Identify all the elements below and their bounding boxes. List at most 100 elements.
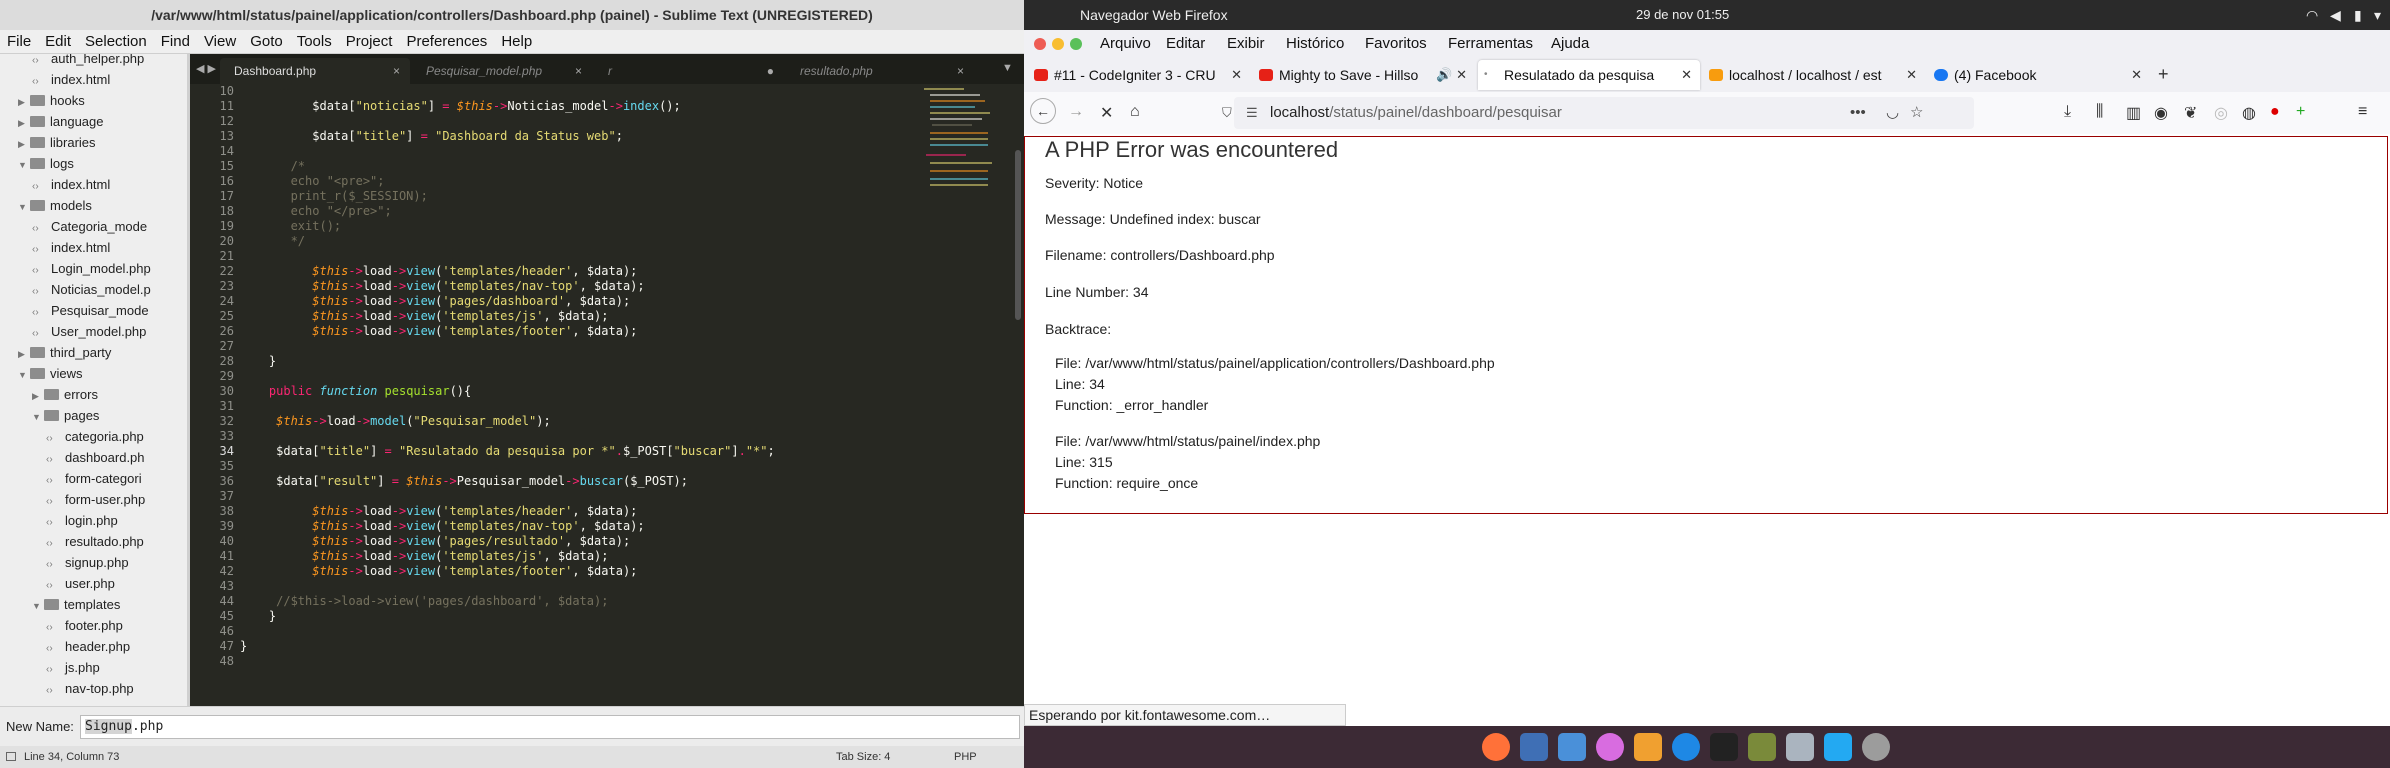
- chevron-right-icon[interactable]: ▶: [18, 344, 30, 365]
- sidebar-file[interactable]: ‹› resultado.php: [46, 531, 144, 552]
- menu-editar[interactable]: Editar: [1166, 30, 1205, 58]
- tracking-shield-icon[interactable]: ⛉: [1222, 97, 1232, 129]
- app-dock-icon[interactable]: [1748, 733, 1776, 761]
- tab-resultado-php[interactable]: resultado.php ×: [786, 58, 974, 84]
- pocket-icon[interactable]: ◡: [1886, 97, 1899, 129]
- extension-icon[interactable]: ❦: [2184, 103, 2197, 123]
- sidebar-file[interactable]: ‹› form-categori: [46, 468, 142, 489]
- close-icon[interactable]: ×: [575, 58, 582, 84]
- menu-ajuda[interactable]: Ajuda: [1551, 30, 1589, 58]
- power-menu-icon[interactable]: ▾: [2374, 0, 2381, 30]
- browser-tab-facebook[interactable]: (4) Facebook ✕: [1928, 60, 2150, 90]
- code-minimap[interactable]: [920, 84, 1010, 194]
- menu-project[interactable]: Project: [339, 30, 400, 53]
- extension-icon[interactable]: ●: [2270, 103, 2280, 121]
- close-icon[interactable]: ×: [957, 58, 964, 84]
- sidebar-file[interactable]: ‹› login.php: [46, 510, 118, 531]
- stop-loading-icon[interactable]: ✕: [1100, 103, 1113, 123]
- page-info-icon[interactable]: ☰: [1246, 97, 1258, 129]
- browser-tab-codeigniter[interactable]: #11 - CodeIgniter 3 - CRU ✕: [1028, 60, 1250, 90]
- active-app-name[interactable]: Navegador Web Firefox: [1080, 0, 1228, 30]
- chevron-down-icon[interactable]: ▼: [32, 596, 44, 617]
- url-bar[interactable]: ⛉ ☰ localhost/status/painel/dashboard/pe…: [1222, 97, 1974, 129]
- sidebar-folder[interactable]: ▶ libraries: [18, 132, 96, 153]
- tab-nav-arrows-icon[interactable]: ◀ ▶: [196, 62, 216, 75]
- sidebar-folder[interactable]: ▼ views: [18, 363, 83, 384]
- sidebar-file[interactable]: ‹› index.html: [32, 69, 110, 90]
- forward-icon[interactable]: →: [1068, 103, 1084, 121]
- minimize-window-icon[interactable]: [1052, 38, 1064, 50]
- sidebar-folder[interactable]: ▼ templates: [32, 594, 120, 615]
- browser-tab-mighty-to-save[interactable]: Mighty to Save - Hillso 🔊 ✕: [1253, 60, 1475, 90]
- extension-icon[interactable]: +: [2296, 103, 2305, 121]
- library-icon[interactable]: ⫼: [2096, 103, 2103, 121]
- screenshot-dock-icon[interactable]: [1520, 733, 1548, 761]
- sidebar-file[interactable]: ‹› nav-top.php: [46, 678, 134, 699]
- chevron-down-icon[interactable]: ▼: [18, 155, 30, 176]
- menu-exibir[interactable]: Exibir: [1227, 30, 1265, 58]
- chevron-right-icon[interactable]: ▶: [18, 92, 30, 113]
- music-dock-icon[interactable]: [1596, 733, 1624, 761]
- sidebar-folder[interactable]: ▶ language: [18, 111, 104, 132]
- sidebar-folder[interactable]: ▼ pages: [32, 405, 99, 426]
- editor-scrollbar[interactable]: [1015, 150, 1021, 320]
- extension-icon[interactable]: ◍: [2242, 103, 2256, 123]
- menu-help[interactable]: Help: [494, 30, 539, 53]
- sidebar-folder[interactable]: ▶ errors: [32, 384, 98, 405]
- maximize-window-icon[interactable]: [1070, 38, 1082, 50]
- tab-dropdown-icon[interactable]: ▼: [1002, 62, 1013, 74]
- battery-icon[interactable]: ▮: [2354, 0, 2362, 30]
- settings-dock-icon[interactable]: [1862, 733, 1890, 761]
- sidebar-file[interactable]: ‹› Noticias_model.p: [32, 279, 151, 300]
- close-icon[interactable]: ×: [393, 58, 400, 84]
- sidebar-file[interactable]: ‹› dashboard.ph: [46, 447, 145, 468]
- sidebar-file[interactable]: ‹› signup.php: [46, 552, 129, 573]
- volume-icon[interactable]: ◀: [2330, 0, 2341, 30]
- menu-view[interactable]: View: [197, 30, 243, 53]
- close-tab-icon[interactable]: ✕: [1902, 60, 1917, 90]
- menu-favoritos[interactable]: Favoritos: [1365, 30, 1427, 58]
- chevron-right-icon[interactable]: ▶: [18, 113, 30, 134]
- tab-pesquisar-model[interactable]: Pesquisar_model.php ×: [412, 58, 592, 84]
- close-window-icon[interactable]: [1034, 38, 1046, 50]
- page-actions-icon[interactable]: •••: [1850, 97, 1866, 129]
- panel-toggle-icon[interactable]: [6, 752, 16, 761]
- bookmark-star-icon[interactable]: ☆: [1910, 97, 1923, 129]
- sidebar-file[interactable]: ‹› Login_model.php: [32, 258, 151, 279]
- chevron-right-icon[interactable]: ▶: [32, 386, 44, 407]
- close-tab-icon[interactable]: 🔊 ✕: [1432, 60, 1467, 90]
- menu-find[interactable]: Find: [154, 30, 197, 53]
- tab-size-indicator[interactable]: Tab Size: 4: [836, 746, 890, 768]
- app-store-dock-icon[interactable]: [1672, 733, 1700, 761]
- new-name-input[interactable]: Signup.php: [80, 715, 1020, 739]
- sidebar-folder[interactable]: ▶ hooks: [18, 90, 85, 111]
- home-icon[interactable]: ⌂: [1130, 103, 1140, 121]
- menu-file[interactable]: File: [0, 30, 38, 53]
- menu-selection[interactable]: Selection: [78, 30, 154, 53]
- close-tab-icon[interactable]: ✕: [1227, 60, 1242, 90]
- back-icon[interactable]: ←: [1030, 98, 1056, 124]
- extension-icon[interactable]: ◎: [2214, 103, 2228, 123]
- wifi-icon[interactable]: ◠: [2306, 0, 2318, 30]
- browser-tab-resultado[interactable]: • Resulatado da pesquisa ✕: [1478, 60, 1700, 90]
- sidebar-folder[interactable]: ▶ third_party: [18, 342, 111, 363]
- sidebar-file[interactable]: ‹› js.php: [46, 657, 100, 678]
- sidebar-icon[interactable]: ▥: [2126, 103, 2141, 123]
- terminal-dock-icon[interactable]: [1710, 733, 1738, 761]
- sidebar-file[interactable]: ‹› categoria.php: [46, 426, 144, 447]
- sidebar-folder[interactable]: ▼ models: [18, 195, 92, 216]
- syntax-indicator[interactable]: PHP: [954, 746, 977, 768]
- sidebar-file[interactable]: ‹› auth_helper.php: [32, 54, 144, 69]
- menu-arquivo[interactable]: Arquivo: [1100, 30, 1151, 58]
- sidebar-file[interactable]: ‹› Categoria_mode: [32, 216, 147, 237]
- sidebar-folder[interactable]: ▼ logs: [18, 153, 74, 174]
- sidebar-file[interactable]: ‹› form-user.php: [46, 489, 145, 510]
- menu-tools[interactable]: Tools: [290, 30, 339, 53]
- sidebar-file[interactable]: ‹› Pesquisar_mode: [32, 300, 149, 321]
- new-tab-icon[interactable]: +: [2158, 64, 2169, 85]
- chevron-down-icon[interactable]: ▼: [18, 365, 30, 386]
- menu-ferramentas[interactable]: Ferramentas: [1448, 30, 1533, 58]
- menu-edit[interactable]: Edit: [38, 30, 78, 53]
- firefox-dock-icon[interactable]: [1482, 733, 1510, 761]
- sidebar-file[interactable]: ‹› index.html: [32, 174, 110, 195]
